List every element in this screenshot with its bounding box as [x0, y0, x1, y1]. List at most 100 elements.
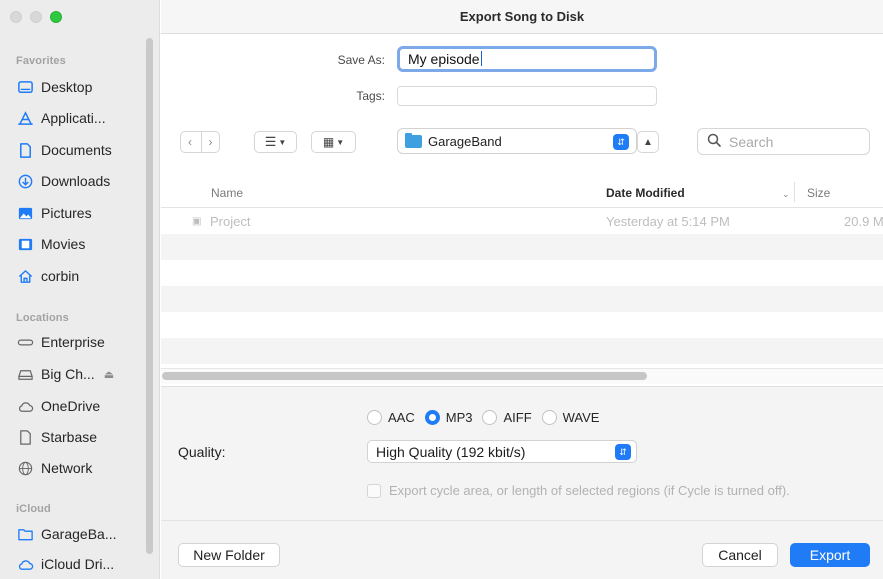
radio-mp3[interactable]: MP3	[424, 410, 473, 425]
sidebar-item-label: iCloud Dri...	[41, 556, 115, 572]
minimize-window-button[interactable]	[30, 11, 42, 23]
close-window-button[interactable]	[10, 11, 22, 23]
column-header-name[interactable]: Name	[211, 186, 243, 200]
sidebar-item-icloud-drive[interactable]: iCloud Dri...	[16, 552, 146, 576]
forward-button[interactable]: ›	[200, 132, 219, 152]
sidebar-item-downloads[interactable]: Downloads	[16, 169, 146, 193]
download-icon	[16, 172, 34, 190]
sidebar-section-icloud: iCloud	[16, 503, 51, 515]
applications-icon	[16, 109, 34, 127]
radio-button-selected[interactable]	[424, 410, 440, 425]
project-file-icon: ▣	[192, 216, 202, 227]
list-view-button[interactable]: ☰ ▼	[254, 131, 297, 153]
radio-label: MP3	[445, 410, 473, 425]
drive-icon	[16, 333, 34, 351]
cancel-button[interactable]: Cancel	[702, 543, 778, 567]
sidebar-item-starbase[interactable]: Starbase	[16, 425, 146, 449]
file-name: Project	[210, 214, 251, 229]
quality-value: High Quality (192 kbit/s)	[376, 443, 526, 460]
radio-label: WAVE	[562, 410, 600, 425]
external-drive-icon	[16, 365, 34, 383]
radio-wave[interactable]: WAVE	[541, 410, 600, 425]
radio-button[interactable]	[541, 410, 557, 425]
empty-row	[161, 286, 883, 312]
search-icon	[707, 133, 721, 150]
sidebar-item-garageband[interactable]: GarageBa...	[16, 522, 146, 546]
radio-button[interactable]	[367, 410, 382, 425]
sidebar-item-applications[interactable]: Applicati...	[16, 106, 146, 130]
location-select[interactable]: GarageBand ⇵	[397, 128, 637, 154]
column-header-size[interactable]: Size	[807, 186, 830, 200]
sidebar-item-onedrive[interactable]: OneDrive	[16, 394, 146, 418]
sidebar-item-movies[interactable]: Movies	[16, 232, 146, 256]
zoom-window-button[interactable]	[50, 11, 62, 23]
tags-label: Tags:	[356, 89, 385, 103]
empty-row	[161, 312, 883, 338]
cloud-icon	[16, 397, 34, 415]
sidebar-item-label: Pictures	[41, 205, 92, 221]
sidebar-item-big-ch[interactable]: Big Ch... ⏏	[16, 362, 146, 386]
chevron-up-icon: ▲	[643, 136, 653, 148]
column-header-date-modified[interactable]: Date Modified	[606, 186, 685, 200]
pictures-icon	[16, 204, 34, 222]
table-row[interactable]: ▣ Project Yesterday at 5:14 PM 20.9 MB	[161, 208, 883, 234]
empty-row	[161, 338, 883, 364]
sidebar-item-label: OneDrive	[41, 398, 101, 414]
document-icon	[16, 141, 34, 159]
sidebar-scrollbar[interactable]	[146, 38, 153, 554]
expand-collapse-button[interactable]: ▲	[637, 131, 659, 153]
search-field[interactable]	[697, 128, 870, 155]
export-button[interactable]: Export	[790, 543, 870, 567]
cycle-option[interactable]: Export cycle area, or length of selected…	[367, 483, 790, 498]
sidebar-item-label: GarageBa...	[41, 526, 117, 542]
cycle-checkbox[interactable]	[367, 483, 381, 498]
grid-view-icon: ▦	[322, 135, 335, 149]
eject-icon[interactable]: ⏏	[104, 368, 114, 381]
chevron-down-icon: ▼	[336, 137, 345, 147]
file-size: 20.9 MB	[844, 214, 883, 229]
sidebar-item-pictures[interactable]: Pictures	[16, 201, 146, 225]
empty-row	[161, 234, 883, 260]
save-as-input[interactable]: My episode	[397, 46, 657, 72]
horizontal-scrollbar[interactable]	[162, 372, 647, 380]
list-view-icon: ☰	[264, 134, 277, 149]
window-title: Export Song to Disk	[161, 0, 883, 34]
sidebar-item-documents[interactable]: Documents	[16, 138, 146, 162]
sidebar-item-home[interactable]: corbin	[16, 264, 146, 288]
sidebar-item-label: Enterprise	[41, 334, 105, 350]
back-forward-control: ‹ ›	[180, 131, 220, 153]
save-as-label: Save As:	[337, 53, 385, 67]
sidebar-item-enterprise[interactable]: Enterprise	[16, 330, 146, 354]
chevron-down-icon: ▼	[278, 137, 287, 147]
sidebar-item-label: Starbase	[41, 429, 98, 445]
window-controls	[10, 11, 62, 23]
sidebar-item-label: Applicati...	[41, 110, 106, 126]
new-folder-button[interactable]: New Folder	[178, 543, 280, 567]
search-input[interactable]	[729, 133, 849, 150]
location-value: GarageBand	[428, 133, 502, 149]
sidebar-item-label: Movies	[41, 236, 86, 252]
sidebar: Favorites Desktop Applicati... Documents…	[0, 0, 160, 579]
back-button[interactable]: ‹	[181, 132, 199, 152]
file-list: Name Date Modified ⌄ Size ▣ Project Yest…	[161, 176, 883, 386]
radio-aac[interactable]: AAC	[367, 410, 415, 425]
save-as-value: My episode	[408, 51, 480, 67]
grid-view-button[interactable]: ▦ ▼	[311, 131, 356, 153]
sidebar-item-desktop[interactable]: Desktop	[16, 75, 146, 99]
radio-label: AAC	[388, 410, 415, 425]
sidebar-item-network[interactable]: Network	[16, 456, 146, 480]
sidebar-item-label: Network	[41, 460, 93, 476]
quality-label: Quality:	[178, 444, 226, 460]
radio-label: AIFF	[503, 410, 532, 425]
radio-aiff[interactable]: AIFF	[482, 410, 532, 425]
document-icon	[16, 428, 34, 446]
sidebar-item-label: corbin	[41, 268, 80, 284]
radio-button[interactable]	[482, 410, 498, 425]
sidebar-item-label: Desktop	[41, 79, 93, 95]
tags-input[interactable]	[397, 86, 657, 106]
sidebar-section-locations: Locations	[16, 312, 69, 324]
quality-select[interactable]: High Quality (192 kbit/s) ⇵	[367, 440, 637, 463]
home-icon	[16, 267, 34, 285]
folder-icon	[405, 132, 422, 148]
network-icon	[16, 459, 34, 477]
